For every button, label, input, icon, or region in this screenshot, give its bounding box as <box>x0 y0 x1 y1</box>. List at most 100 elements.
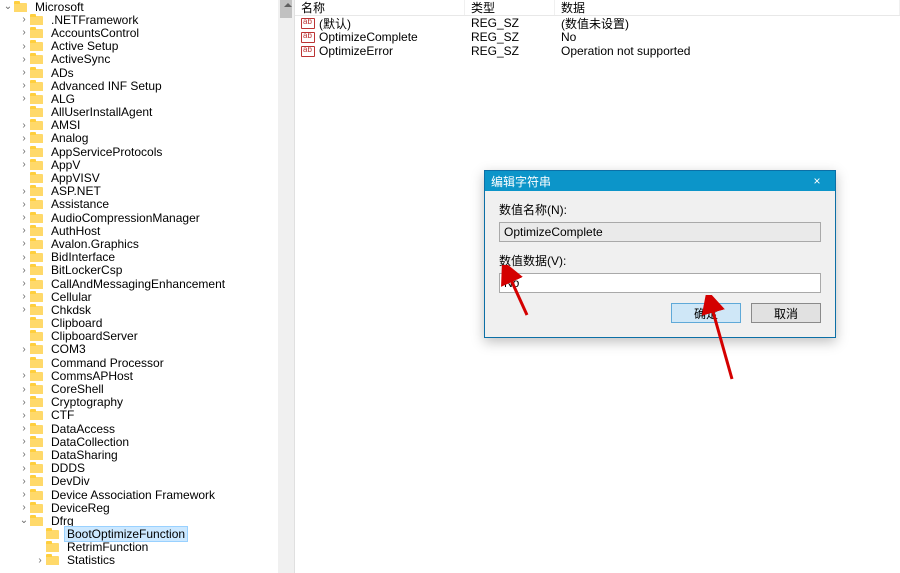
tree-node[interactable]: ›ADs <box>2 66 294 79</box>
tree-node[interactable]: ⌄Dfrg <box>2 514 294 527</box>
tree-node[interactable]: ⌄Microsoft <box>2 0 294 13</box>
chevron-right-icon[interactable]: › <box>18 422 30 435</box>
chevron-right-icon[interactable]: › <box>18 237 30 250</box>
chevron-right-icon[interactable]: › <box>18 409 30 422</box>
chevron-right-icon[interactable]: › <box>18 448 30 461</box>
chevron-right-icon[interactable]: › <box>18 53 30 66</box>
tree-node[interactable]: RetrimFunction <box>2 541 294 554</box>
cancel-button[interactable]: 取消 <box>751 303 821 323</box>
chevron-right-icon[interactable]: › <box>18 13 30 26</box>
tree-node[interactable]: ›AuthHost <box>2 224 294 237</box>
tree-node[interactable]: ›Analog <box>2 132 294 145</box>
chevron-right-icon[interactable]: › <box>18 264 30 277</box>
ok-button[interactable]: 确定 <box>671 303 741 323</box>
chevron-right-icon[interactable]: › <box>18 40 30 53</box>
chevron-right-icon[interactable]: › <box>18 251 30 264</box>
tree-node[interactable]: ›Cellular <box>2 290 294 303</box>
chevron-right-icon[interactable]: › <box>18 145 30 158</box>
chevron-right-icon[interactable]: › <box>18 224 30 237</box>
tree-node[interactable]: ›Cryptography <box>2 396 294 409</box>
tree-node[interactable]: Command Processor <box>2 356 294 369</box>
chevron-right-icon[interactable]: › <box>18 211 30 224</box>
value-row[interactable]: OptimizeCompleteREG_SZNo <box>295 30 900 44</box>
tree-scrollbar[interactable] <box>278 0 294 573</box>
tree-node[interactable]: ›AppServiceProtocols <box>2 145 294 158</box>
tree-node[interactable]: AppVISV <box>2 171 294 184</box>
tree-node[interactable]: ›Advanced INF Setup <box>2 79 294 92</box>
tree-node[interactable]: ›CTF <box>2 409 294 422</box>
folder-icon <box>30 291 45 303</box>
tree-node[interactable]: ›CommsAPHost <box>2 369 294 382</box>
chevron-right-icon[interactable]: › <box>18 396 30 409</box>
chevron-right-icon[interactable]: › <box>18 303 30 316</box>
chevron-down-icon[interactable]: ⌄ <box>18 514 30 527</box>
close-icon[interactable]: × <box>805 174 829 188</box>
tree-node[interactable]: ›Assistance <box>2 198 294 211</box>
tree-node[interactable]: › AMSI <box>2 119 294 132</box>
value-data-field[interactable] <box>499 273 821 293</box>
tree-node[interactable]: ›Avalon.Graphics <box>2 237 294 250</box>
col-header-type[interactable]: 类型 <box>465 0 555 15</box>
chevron-right-icon[interactable]: › <box>18 66 30 79</box>
tree-node[interactable]: ›Device Association Framework <box>2 488 294 501</box>
value-row[interactable]: OptimizeErrorREG_SZOperation not support… <box>295 44 900 58</box>
col-header-name[interactable]: 名称 <box>295 0 465 15</box>
value-type: REG_SZ <box>465 44 555 58</box>
tree-node[interactable]: Clipboard <box>2 317 294 330</box>
tree-node[interactable]: ›ASP.NET <box>2 185 294 198</box>
chevron-right-icon[interactable]: › <box>18 119 30 132</box>
tree-node[interactable]: ›DataSharing <box>2 448 294 461</box>
tree-node[interactable]: ›AccountsControl <box>2 26 294 39</box>
tree-node[interactable]: ›BitLockerCsp <box>2 264 294 277</box>
tree-node-label: COM3 <box>49 342 88 356</box>
chevron-right-icon[interactable]: › <box>18 462 30 475</box>
chevron-down-icon[interactable]: ⌄ <box>2 0 14 13</box>
tree-node[interactable]: ›.NETFramework <box>2 13 294 26</box>
value-row[interactable]: (默认)REG_SZ(数值未设置) <box>295 16 900 30</box>
tree-node-label: AMSI <box>49 118 82 132</box>
tree-node[interactable]: ›AppV <box>2 158 294 171</box>
chevron-right-icon[interactable]: › <box>18 132 30 145</box>
tree-node[interactable]: BootOptimizeFunction <box>2 528 294 541</box>
tree-node[interactable]: ›CoreShell <box>2 382 294 395</box>
chevron-right-icon[interactable]: › <box>18 369 30 382</box>
chevron-right-icon[interactable]: › <box>18 79 30 92</box>
tree-node[interactable]: ›DataAccess <box>2 422 294 435</box>
chevron-right-icon[interactable]: › <box>18 277 30 290</box>
chevron-right-icon[interactable]: › <box>18 185 30 198</box>
chevron-right-icon[interactable]: › <box>18 290 30 303</box>
tree-node[interactable]: AllUserInstallAgent <box>2 106 294 119</box>
chevron-right-icon[interactable]: › <box>18 488 30 501</box>
tree-node[interactable]: › COM3 <box>2 343 294 356</box>
col-header-data[interactable]: 数据 <box>555 0 900 15</box>
chevron-right-icon[interactable]: › <box>34 554 46 567</box>
tree-node[interactable]: ›ActiveSync <box>2 53 294 66</box>
tree-node[interactable]: ›Statistics <box>2 554 294 567</box>
tree-node[interactable]: ›Chkdsk <box>2 303 294 316</box>
folder-icon <box>30 119 45 131</box>
chevron-right-icon[interactable]: › <box>18 383 30 396</box>
tree-node[interactable]: ›DataCollection <box>2 435 294 448</box>
tree-node[interactable]: ›DDDS <box>2 462 294 475</box>
tree-node[interactable]: ›CallAndMessagingEnhancement <box>2 277 294 290</box>
tree-node[interactable]: ›DeviceReg <box>2 501 294 514</box>
chevron-right-icon[interactable]: › <box>18 435 30 448</box>
tree-node[interactable]: ›Active Setup <box>2 40 294 53</box>
chevron-right-icon[interactable]: › <box>18 158 30 171</box>
chevron-right-icon[interactable]: › <box>18 26 30 39</box>
tree-node[interactable]: ›AudioCompressionManager <box>2 211 294 224</box>
value-data: No <box>555 30 900 44</box>
tree-node[interactable]: ClipboardServer <box>2 330 294 343</box>
chevron-right-icon[interactable]: › <box>18 343 30 356</box>
chevron-right-icon[interactable]: › <box>18 501 30 514</box>
dialog-titlebar[interactable]: 编辑字符串 × <box>485 171 835 191</box>
chevron-right-icon[interactable]: › <box>18 198 30 211</box>
tree-node[interactable]: ›DevDiv <box>2 475 294 488</box>
chevron-right-icon[interactable]: › <box>18 92 30 105</box>
folder-icon <box>30 330 45 342</box>
tree-node-label: ClipboardServer <box>49 329 140 343</box>
chevron-right-icon[interactable]: › <box>18 475 30 488</box>
folder-icon <box>30 278 45 290</box>
tree-node[interactable]: ›ALG <box>2 92 294 105</box>
tree-node[interactable]: ›BidInterface <box>2 251 294 264</box>
